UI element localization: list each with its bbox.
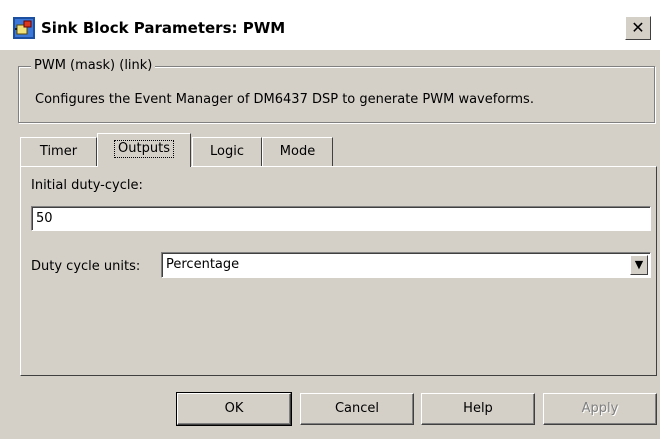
tab-label: Mode (279, 144, 316, 159)
close-button[interactable]: ✕ (625, 16, 651, 40)
initial-duty-cycle-value: 50 (36, 211, 53, 226)
tab-label: Logic (210, 144, 244, 159)
initial-duty-cycle-label: Initial duty-cycle: (31, 178, 143, 193)
tab-logic[interactable]: Logic (192, 137, 262, 166)
title-bar: Sink Block Parameters: PWM ✕ (0, 0, 660, 50)
duty-cycle-units-select[interactable]: Percentage ▼ (161, 252, 651, 278)
help-button-label: Help (463, 401, 493, 416)
block-description: Configures the Event Manager of DM6437 D… (35, 92, 534, 107)
window-title: Sink Block Parameters: PWM (41, 19, 286, 37)
ok-button[interactable]: OK (176, 392, 292, 426)
cancel-button[interactable]: Cancel (300, 393, 414, 425)
tab-label: Outputs (114, 140, 174, 158)
apply-button-label: Apply (581, 401, 619, 416)
chevron-down-icon: ▼ (634, 258, 644, 271)
close-icon: ✕ (631, 18, 645, 37)
cancel-button-label: Cancel (334, 401, 380, 416)
groupbox-legend: PWM (mask) (link) (31, 58, 156, 73)
dropdown-arrow-button[interactable]: ▼ (630, 255, 648, 275)
ok-button-label: OK (224, 401, 244, 416)
simulink-block-icon (13, 17, 35, 39)
tab-outputs[interactable]: Outputs (97, 133, 191, 167)
initial-duty-cycle-input[interactable]: 50 (31, 206, 651, 231)
tab-mode[interactable]: Mode (262, 137, 333, 166)
dialog-window: Sink Block Parameters: PWM ✕ PWM (mask) … (0, 0, 660, 439)
duty-cycle-units-label: Duty cycle units: (31, 259, 141, 274)
outputs-panel: Initial duty-cycle: 50 Duty cycle units:… (20, 166, 657, 376)
tab-label: Timer (39, 144, 78, 159)
apply-button[interactable]: Apply (543, 393, 657, 425)
duty-cycle-units-value: Percentage (166, 257, 240, 272)
help-button[interactable]: Help (421, 393, 535, 425)
tab-timer[interactable]: Timer (20, 137, 97, 166)
